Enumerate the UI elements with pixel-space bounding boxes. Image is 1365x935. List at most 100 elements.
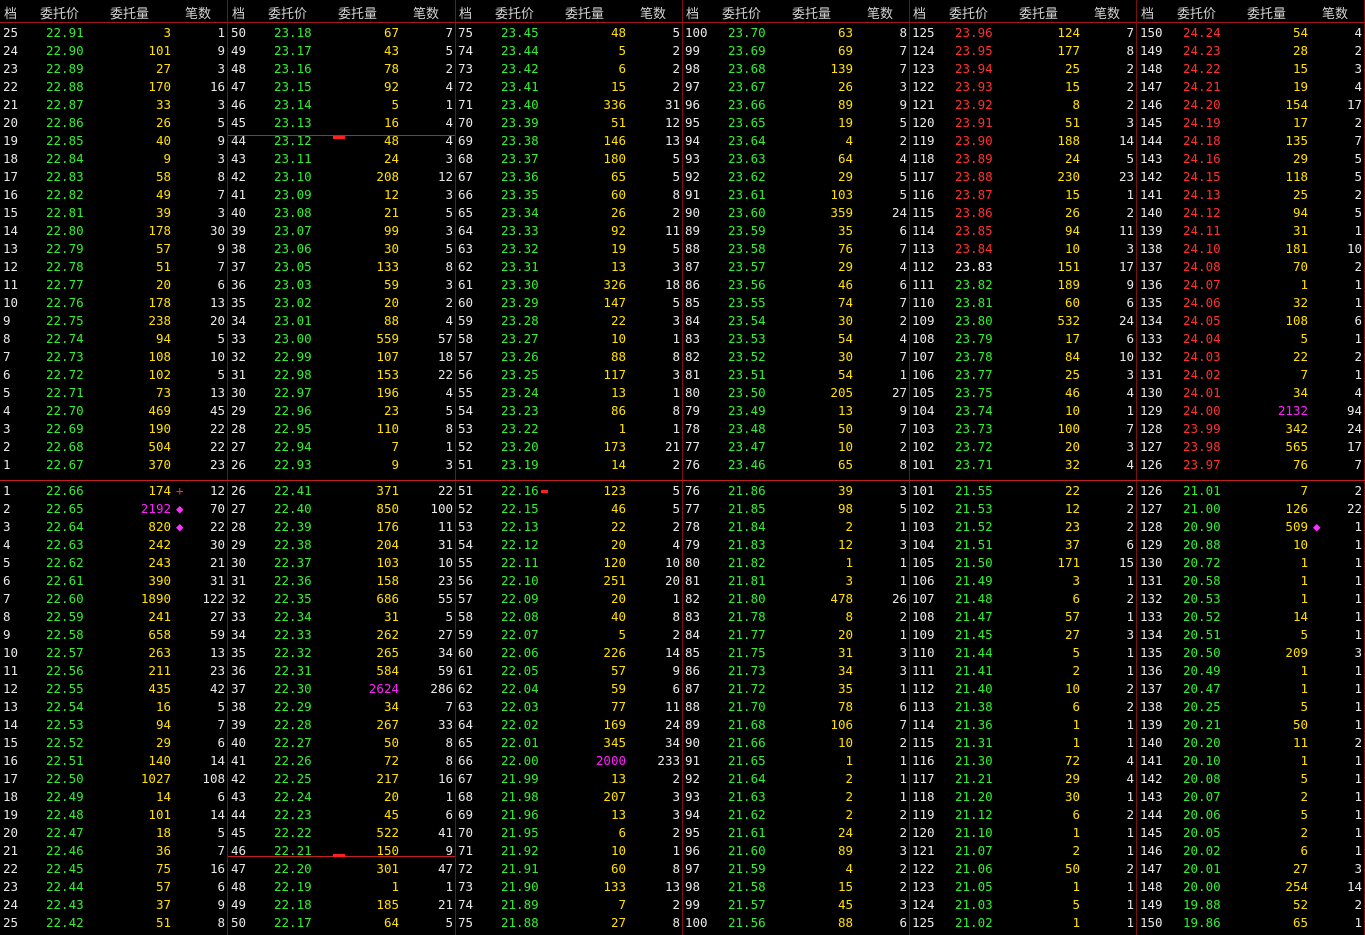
buy-row[interactable]: 58 22.08 40 8 (455, 607, 682, 625)
sell-row[interactable]: 100 23.70 63 8 (682, 23, 909, 41)
sell-row[interactable]: 81 23.51 54 1 (682, 365, 909, 383)
sell-row[interactable]: 33 23.00 559 57 (228, 329, 455, 347)
sell-row[interactable]: 143 24.16 29 5 (1137, 149, 1364, 167)
sell-row[interactable]: 59 23.28 22 3 (455, 311, 682, 329)
sell-row[interactable]: 145 24.19 17 2 (1137, 113, 1364, 131)
sell-row[interactable]: 15 22.81 39 3 (0, 203, 227, 221)
buy-row[interactable]: 72 21.91 60 8 (455, 859, 682, 877)
buy-row[interactable]: 145 20.05 2 1 (1137, 823, 1364, 841)
sell-row[interactable]: 37 23.05 133 8 (228, 257, 455, 275)
sell-row[interactable]: 45 23.13 16 4 (228, 113, 455, 131)
buy-row[interactable]: 2 22.65 2192 70 ◆ (0, 499, 227, 517)
buy-row[interactable]: 47 22.20 301 47 (228, 859, 455, 877)
sell-row[interactable]: 144 24.18 135 7 (1137, 131, 1364, 149)
buy-row[interactable]: 7 22.60 1890 122 (0, 589, 227, 607)
buy-row[interactable]: 126 21.01 7 2 (1137, 481, 1364, 499)
sell-row[interactable]: 25 22.91 3 1 (0, 23, 227, 41)
buy-row[interactable]: 132 20.53 1 1 (1137, 589, 1364, 607)
buy-row[interactable]: 15 22.52 29 6 (0, 733, 227, 751)
buy-row[interactable]: 26 22.41 371 22 (228, 481, 455, 499)
sell-row[interactable]: 27 22.94 7 1 (228, 437, 455, 455)
buy-row[interactable]: 8 22.59 241 27 (0, 607, 227, 625)
buy-row[interactable]: 67 21.99 13 2 (455, 769, 682, 787)
sell-row[interactable]: 2 22.68 504 22 (0, 437, 227, 455)
buy-row[interactable]: 105 21.50 171 15 (909, 553, 1136, 571)
sell-row[interactable]: 62 23.31 13 3 (455, 257, 682, 275)
buy-row[interactable]: 139 20.21 50 1 (1137, 715, 1364, 733)
sell-row[interactable]: 3 22.69 190 22 (0, 419, 227, 437)
sell-row[interactable]: 113 23.84 10 3 (909, 239, 1136, 257)
sell-row[interactable]: 26 22.93 9 3 (228, 455, 455, 473)
sell-row[interactable]: 29 22.96 23 5 (228, 401, 455, 419)
sell-row[interactable]: 150 24.24 54 4 (1137, 23, 1364, 41)
buy-row[interactable]: 144 20.06 5 1 (1137, 805, 1364, 823)
sell-row[interactable]: 51 23.19 14 2 (455, 455, 682, 473)
buy-row[interactable]: 33 22.34 31 5 (228, 607, 455, 625)
buy-row[interactable]: 89 21.68 106 7 (682, 715, 909, 733)
buy-row[interactable]: 113 21.38 6 2 (909, 697, 1136, 715)
buy-row[interactable]: 138 20.25 5 1 (1137, 697, 1364, 715)
buy-row[interactable]: 94 21.62 2 2 (682, 805, 909, 823)
sell-row[interactable]: 32 22.99 107 18 (228, 347, 455, 365)
buy-row[interactable]: 83 21.78 8 2 (682, 607, 909, 625)
sell-row[interactable]: 73 23.42 6 2 (455, 59, 682, 77)
sell-row[interactable]: 85 23.55 74 7 (682, 293, 909, 311)
buy-row[interactable]: 150 19.86 65 1 (1137, 913, 1364, 931)
buy-row[interactable]: 148 20.00 254 14 (1137, 877, 1364, 895)
buy-row[interactable]: 104 21.51 37 6 (909, 535, 1136, 553)
buy-row[interactable]: 4 22.63 242 30 (0, 535, 227, 553)
sell-row[interactable]: 38 23.06 30 5 (228, 239, 455, 257)
sell-row[interactable]: 31 22.98 153 22 (228, 365, 455, 383)
sell-row[interactable]: 49 23.17 43 5 (228, 41, 455, 59)
buy-row[interactable]: 98 21.58 15 2 (682, 877, 909, 895)
sell-row[interactable]: 115 23.86 26 2 (909, 203, 1136, 221)
buy-row[interactable]: 71 21.92 10 1 (455, 841, 682, 859)
buy-row[interactable]: 78 21.84 2 1 (682, 517, 909, 535)
sell-row[interactable]: 123 23.94 25 2 (909, 59, 1136, 77)
buy-row[interactable]: 3 22.64 820 22 ◆ (0, 517, 227, 535)
buy-row[interactable]: 88 21.70 78 6 (682, 697, 909, 715)
buy-row[interactable]: 141 20.10 1 1 (1137, 751, 1364, 769)
buy-row[interactable]: 109 21.45 27 3 (909, 625, 1136, 643)
sell-row[interactable]: 17 22.83 58 8 (0, 167, 227, 185)
buy-row[interactable]: 135 20.50 209 3 (1137, 643, 1364, 661)
sell-row[interactable]: 34 23.01 88 4 (228, 311, 455, 329)
sell-row[interactable]: 68 23.37 180 5 (455, 149, 682, 167)
buy-row[interactable]: 34 22.33 262 27 (228, 625, 455, 643)
buy-row[interactable]: 90 21.66 10 2 (682, 733, 909, 751)
buy-row[interactable]: 55 22.11 120 10 (455, 553, 682, 571)
buy-row[interactable]: 50 22.17 64 5 (228, 913, 455, 931)
sell-row[interactable]: 72 23.41 15 2 (455, 77, 682, 95)
sell-row[interactable]: 7 22.73 108 10 (0, 347, 227, 365)
buy-row[interactable]: 1 22.66 174 12 + (0, 481, 227, 499)
sell-row[interactable]: 101 23.71 32 4 (909, 455, 1136, 473)
sell-row[interactable]: 60 23.29 147 5 (455, 293, 682, 311)
buy-row[interactable]: 59 22.07 5 2 (455, 625, 682, 643)
sell-row[interactable]: 65 23.34 26 2 (455, 203, 682, 221)
sell-row[interactable]: 148 24.22 15 3 (1137, 59, 1364, 77)
buy-row[interactable]: 24 22.43 37 9 (0, 895, 227, 913)
sell-row[interactable]: 6 22.72 102 5 (0, 365, 227, 383)
buy-row[interactable]: 40 22.27 50 8 (228, 733, 455, 751)
buy-row[interactable]: 13 22.54 16 5 (0, 697, 227, 715)
sell-row[interactable]: 102 23.72 20 3 (909, 437, 1136, 455)
buy-row[interactable]: 63 22.03 77 11 (455, 697, 682, 715)
buy-row[interactable]: 110 21.44 5 1 (909, 643, 1136, 661)
sell-row[interactable]: 24 22.90 101 9 (0, 41, 227, 59)
sell-row[interactable]: 107 23.78 84 10 (909, 347, 1136, 365)
buy-row[interactable]: 121 21.07 2 1 (909, 841, 1136, 859)
sell-row[interactable]: 99 23.69 69 7 (682, 41, 909, 59)
buy-row[interactable]: 74 21.89 7 2 (455, 895, 682, 913)
buy-row[interactable]: 93 21.63 2 1 (682, 787, 909, 805)
sell-row[interactable]: 108 23.79 17 6 (909, 329, 1136, 347)
buy-row[interactable]: 137 20.47 1 1 (1137, 679, 1364, 697)
buy-row[interactable]: 38 22.29 34 7 (228, 697, 455, 715)
buy-row[interactable]: 14 22.53 94 7 (0, 715, 227, 733)
sell-row[interactable]: 50 23.18 67 7 (228, 23, 455, 41)
buy-row[interactable]: 68 21.98 207 3 (455, 787, 682, 805)
sell-row[interactable]: 124 23.95 177 8 (909, 41, 1136, 59)
buy-row[interactable]: 42 22.25 217 16 (228, 769, 455, 787)
buy-row[interactable]: 57 22.09 20 1 (455, 589, 682, 607)
sell-row[interactable]: 116 23.87 15 1 (909, 185, 1136, 203)
buy-row[interactable]: 43 22.24 20 1 (228, 787, 455, 805)
